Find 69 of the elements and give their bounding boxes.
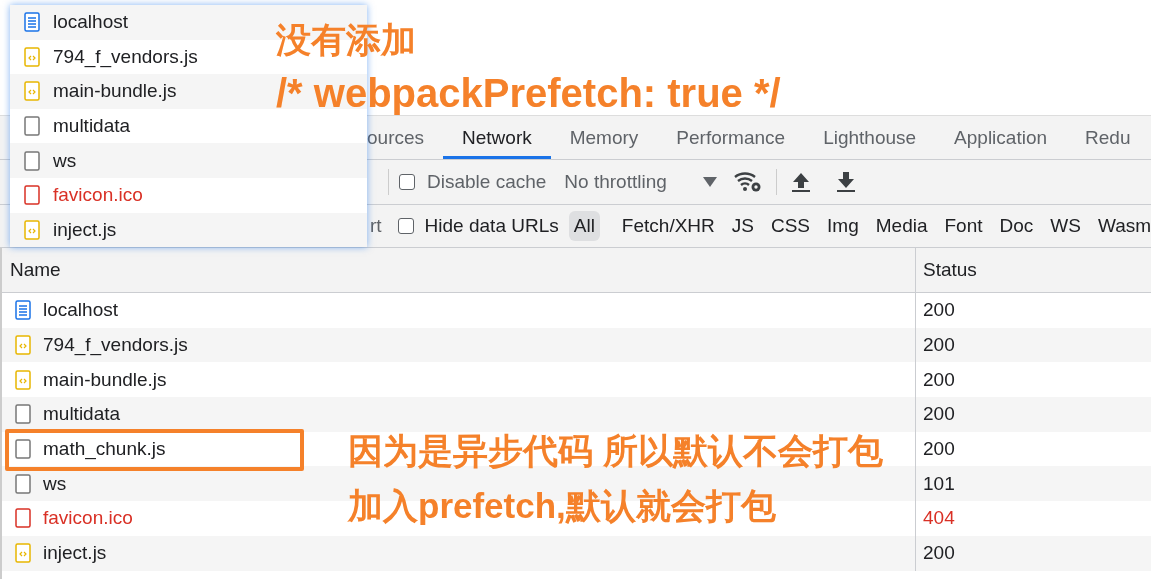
status-code: 200	[923, 542, 955, 565]
type-filter[interactable]: Media	[870, 211, 933, 241]
file-icon	[24, 116, 40, 137]
file-icon	[15, 404, 31, 425]
checkbox[interactable]	[397, 218, 414, 234]
file-icon	[24, 185, 40, 206]
annotation-text: 没有添加	[276, 22, 416, 57]
wifi-gear-icon[interactable]	[733, 171, 762, 193]
type-filter[interactable]: All	[568, 211, 600, 241]
request-name[interactable]: main-bundle.js	[53, 80, 177, 103]
type-filter[interactable]: Font	[939, 211, 988, 241]
request-name[interactable]: multidata	[43, 403, 121, 426]
column-header[interactable]: Status	[916, 248, 977, 292]
type-filter[interactable]: Wasm	[1092, 211, 1151, 241]
tab[interactable]: Memory	[550, 116, 658, 159]
request-name[interactable]: inject.js	[43, 542, 107, 565]
column-header[interactable]: Name	[2, 248, 916, 292]
script-file-icon	[24, 46, 40, 67]
request-name[interactable]: ws	[53, 149, 77, 172]
script-file-icon	[15, 543, 31, 564]
status-code: 101	[923, 472, 955, 495]
script-file-icon	[24, 81, 40, 102]
request-name[interactable]: favicon.ico	[53, 184, 143, 207]
checkbox-label[interactable]: Disable cache	[427, 171, 547, 193]
filter-label: rt	[370, 215, 382, 237]
download-icon[interactable]	[835, 171, 856, 193]
file-icon	[24, 150, 40, 171]
request-name[interactable]: 794_f_vendors.js	[53, 45, 198, 68]
caret-icon[interactable]	[702, 177, 717, 187]
tab[interactable]: Performance	[657, 116, 805, 159]
status-code: 200	[923, 438, 955, 461]
upload-icon[interactable]	[790, 171, 811, 193]
tab[interactable]: Lighthouse	[804, 116, 936, 159]
file-icon	[15, 508, 31, 529]
request-name[interactable]: favicon.ico	[43, 507, 133, 530]
checkbox-label[interactable]: Hide data URLs	[424, 215, 559, 237]
annotation-text: 因为是异步代码 所以默认不会打包	[348, 433, 883, 468]
file-icon	[15, 473, 31, 494]
document-icon	[24, 12, 40, 33]
annotation-text: 加入prefetch,默认就会打包	[348, 488, 776, 523]
tab[interactable]: Application	[935, 116, 1067, 159]
status-code: 404	[923, 507, 955, 530]
type-filter[interactable]: Img	[822, 211, 864, 241]
request-name[interactable]: localhost	[53, 11, 128, 34]
request-name[interactable]: multidata	[53, 115, 131, 138]
request-name[interactable]: localhost	[43, 299, 118, 322]
request-name[interactable]: main-bundle.js	[43, 368, 167, 391]
request-name[interactable]: ws	[43, 472, 67, 495]
status-code: 200	[923, 299, 955, 322]
request-name[interactable]: 794_f_vendors.js	[43, 334, 188, 357]
request-name[interactable]: math_chunk.js	[43, 438, 166, 461]
tab[interactable]: Redu	[1066, 116, 1150, 159]
file-icon	[15, 439, 31, 460]
status-code: 200	[923, 368, 955, 391]
script-file-icon	[15, 369, 31, 390]
status-code: 200	[923, 403, 955, 426]
request-name[interactable]: inject.js	[53, 218, 117, 241]
type-filter[interactable]: Doc	[994, 211, 1039, 241]
annotation-text: /* webpackPrefetch: true */	[276, 73, 781, 113]
document-icon	[15, 300, 31, 321]
script-file-icon	[24, 219, 40, 240]
throttling-dropdown[interactable]: No throttling	[564, 171, 667, 193]
script-file-icon	[15, 335, 31, 356]
type-filter[interactable]: CSS	[765, 211, 816, 241]
status-code: 200	[923, 334, 955, 357]
type-filter[interactable]: WS	[1045, 211, 1086, 241]
checkbox[interactable]	[399, 174, 415, 190]
type-filter[interactable]: Fetch/XHR	[616, 211, 720, 241]
type-filter[interactable]: JS	[726, 211, 759, 241]
